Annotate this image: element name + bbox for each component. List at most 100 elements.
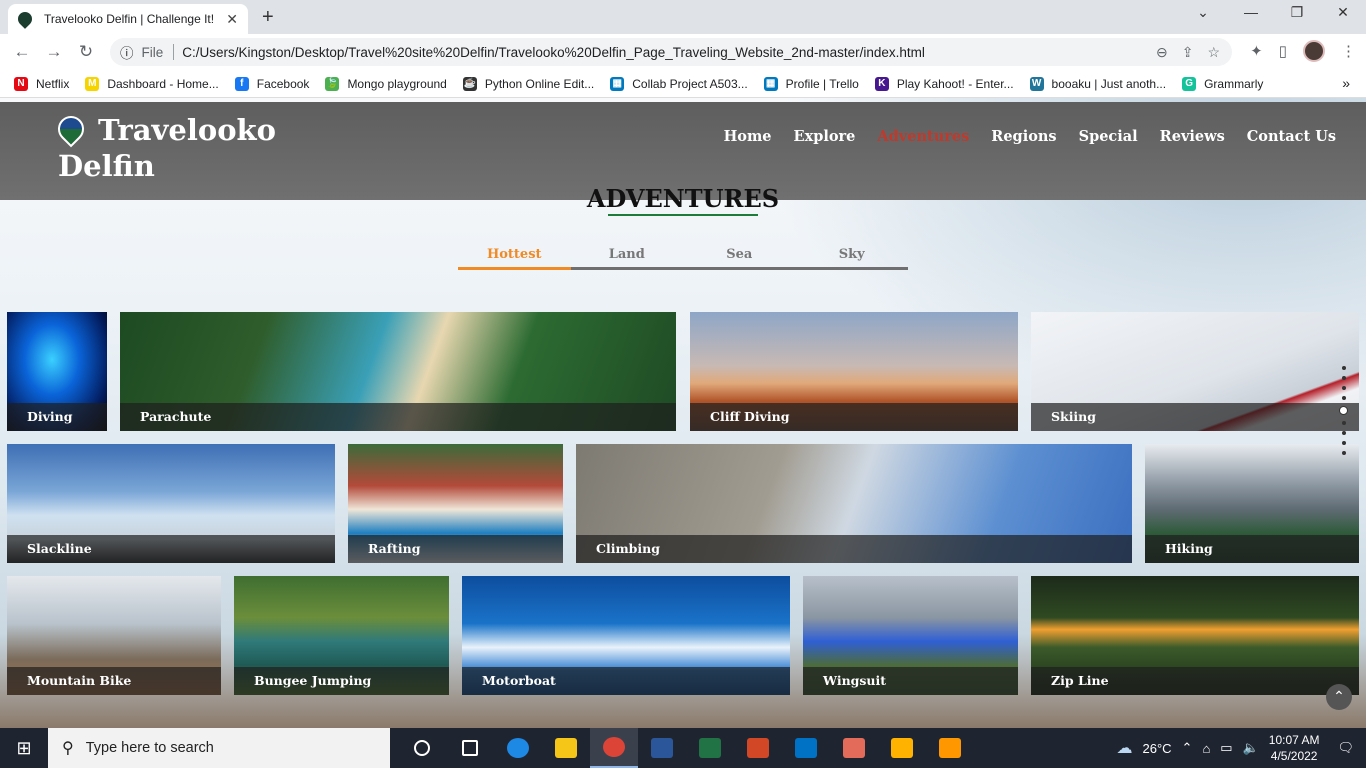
taskbar-app-sublime[interactable] (926, 728, 974, 768)
adventure-card-slackline[interactable]: Slackline (7, 444, 335, 563)
scroll-dot[interactable] (1341, 366, 1346, 370)
adventure-card-cliff-diving[interactable]: Cliff Diving (690, 312, 1018, 431)
info-icon[interactable]: ⓘ (120, 42, 134, 62)
adventure-card-parachute[interactable]: Parachute (120, 312, 676, 431)
battery-icon[interactable]: ▭ (1220, 740, 1232, 756)
forward-arrow-icon[interactable]: → (38, 42, 70, 62)
scroll-to-top-button[interactable]: ⌃ (1326, 684, 1352, 710)
taskbar-app-snipping[interactable] (878, 728, 926, 768)
bookmark-item[interactable]: M Dashboard - Home... (85, 76, 219, 91)
scroll-dot[interactable] (1341, 441, 1346, 445)
nav-item-special[interactable]: Special (1079, 128, 1138, 145)
taskbar-app-edge[interactable] (494, 728, 542, 768)
bookmark-item[interactable]: f Facebook (234, 76, 309, 91)
adventure-card-motorboat[interactable]: Motorboat (462, 576, 790, 695)
taskbar-search-box[interactable]: ⚲ Type here to search (48, 728, 390, 768)
adventure-card-hiking[interactable]: Hiking (1145, 444, 1359, 563)
taskbar-app-word[interactable] (638, 728, 686, 768)
bookmark-item[interactable]: 🍃 Mongo playground (325, 76, 447, 91)
reload-icon[interactable]: ↻ (70, 42, 102, 62)
taskbar-app-chrome[interactable] (590, 728, 638, 768)
notification-icon[interactable]: 🗨 (1337, 740, 1354, 756)
tab-sea[interactable]: Sea (683, 244, 796, 267)
tab-search-chevron-icon[interactable]: ⌄ (1180, 4, 1226, 21)
nav-item-adventures[interactable]: Adventures (877, 128, 969, 145)
share-icon[interactable]: ⇪ (1182, 44, 1194, 61)
scroll-dot[interactable] (1341, 376, 1346, 380)
nav-item-reviews[interactable]: Reviews (1160, 128, 1225, 145)
taskbar-app-task-view[interactable] (398, 728, 446, 768)
taskbar-clock[interactable]: 10:07 AM 4/5/2022 (1269, 732, 1320, 764)
windows-start-icon[interactable]: ⊞ (0, 738, 48, 759)
bookmark-item[interactable]: Wbooaku | Just anoth... (1029, 76, 1166, 91)
taskbar-app-file-explorer[interactable] (542, 728, 590, 768)
tab-land[interactable]: Land (571, 244, 684, 267)
nav-item-explore[interactable]: Explore (794, 128, 856, 145)
bookmark-favicon-icon: 🍃 (325, 76, 340, 91)
tray-network-icon[interactable]: ⌂ (1202, 741, 1210, 756)
tab-hottest[interactable]: Hottest (458, 244, 571, 270)
bookmark-item[interactable]: ▦ Collab Project A503... (610, 76, 748, 91)
tray-chevron-icon[interactable]: ⌃ (1182, 740, 1193, 756)
scroll-dot[interactable] (1341, 396, 1346, 400)
search-icon: ⚲ (62, 740, 74, 757)
adventure-card-zip-line[interactable]: Zip Line (1031, 576, 1359, 695)
bookmark-item[interactable]: ▦ Profile | Trello (763, 76, 859, 91)
bookmarks-bar: N Netflix M Dashboard - Home... f Facebook 🍃 Mo… (0, 70, 1366, 98)
taskbar-app-paint[interactable] (830, 728, 878, 768)
sublime-icon (939, 738, 961, 758)
bookmark-star-icon[interactable]: ☆ (1207, 44, 1220, 61)
side-panel-icon[interactable]: ▯ (1279, 42, 1287, 60)
nav-item-regions[interactable]: Regions (991, 128, 1056, 145)
restore-button[interactable]: ❐ (1274, 4, 1320, 21)
nav-item-contact-us[interactable]: Contact Us (1247, 128, 1336, 145)
taskbar-app-excel[interactable] (686, 728, 734, 768)
bookmark-item[interactable]: N Netflix (14, 76, 69, 91)
scroll-dot[interactable] (1341, 421, 1346, 425)
taskbar-app-outlook[interactable] (782, 728, 830, 768)
taskbar-app-powerpoint[interactable] (734, 728, 782, 768)
extensions-icon[interactable]: ✦ (1250, 42, 1263, 60)
bookmarks-overflow-icon[interactable]: » (1342, 75, 1350, 91)
scroll-dot-active[interactable] (1339, 406, 1348, 415)
adventure-card-skiing[interactable]: Skiing (1031, 312, 1359, 431)
adventure-card-label: Skiing (1031, 403, 1359, 431)
taskbar-app-widgets[interactable] (446, 728, 494, 768)
profile-avatar[interactable] (1303, 40, 1325, 62)
scroll-dot[interactable] (1341, 386, 1346, 390)
adventure-card-wingsuit[interactable]: Wingsuit (803, 576, 1018, 695)
weather-temp[interactable]: 26°C (1142, 741, 1171, 756)
taskbar-apps (398, 728, 974, 768)
scroll-dot[interactable] (1341, 431, 1346, 435)
adventure-card-rafting[interactable]: Rafting (348, 444, 563, 563)
tab-sky[interactable]: Sky (796, 244, 909, 267)
url-text[interactable]: C:/Users/Kingston/Desktop/Travel%20site%… (182, 45, 925, 60)
adventure-card-bungee-jumping[interactable]: Bungee Jumping (234, 576, 449, 695)
close-window-button[interactable]: ✕ (1320, 4, 1366, 21)
address-bar[interactable]: ⓘ File C:/Users/Kingston/Desktop/Travel%… (110, 38, 1232, 66)
location-pin-logo-icon (52, 110, 90, 148)
volume-icon[interactable]: 🔈 (1243, 740, 1259, 756)
adventure-card-mountain-bike[interactable]: Mountain Bike (7, 576, 221, 695)
windows-taskbar: ⊞ ⚲ Type here to search ☁ 26°C ⌃ ⌂ ▭ 🔈 1… (0, 728, 1366, 768)
adventure-card-diving[interactable]: Diving (7, 312, 107, 431)
bookmark-item[interactable]: G Grammarly (1182, 76, 1263, 91)
zoom-icon[interactable]: ⊖ (1156, 44, 1168, 61)
weather-cloud-icon[interactable]: ☁ (1116, 738, 1132, 758)
bookmark-item[interactable]: K Play Kahoot! - Enter... (874, 76, 1014, 91)
nav-item-home[interactable]: Home (724, 128, 772, 145)
bookmark-item[interactable]: ☕ Python Online Edit... (462, 76, 594, 91)
excel-icon (699, 738, 721, 758)
edge-icon (507, 738, 529, 758)
menu-dots-icon[interactable]: ⋮ (1341, 42, 1356, 60)
adventure-card-label: Bungee Jumping (234, 667, 449, 695)
minimize-button[interactable]: — (1228, 4, 1274, 20)
scroll-dot[interactable] (1341, 451, 1346, 455)
browser-tab[interactable]: Travelooko Delfin | Challenge It! ✕ (8, 4, 248, 34)
tab-close-icon[interactable]: ✕ (226, 11, 238, 28)
adventure-card-label: Wingsuit (803, 667, 1018, 695)
back-arrow-icon[interactable]: ← (6, 42, 38, 62)
new-tab-button[interactable]: + (262, 6, 274, 29)
adventure-card-climbing[interactable]: Climbing (576, 444, 1132, 563)
site-logo[interactable]: Travelooko Delfin (52, 110, 298, 184)
